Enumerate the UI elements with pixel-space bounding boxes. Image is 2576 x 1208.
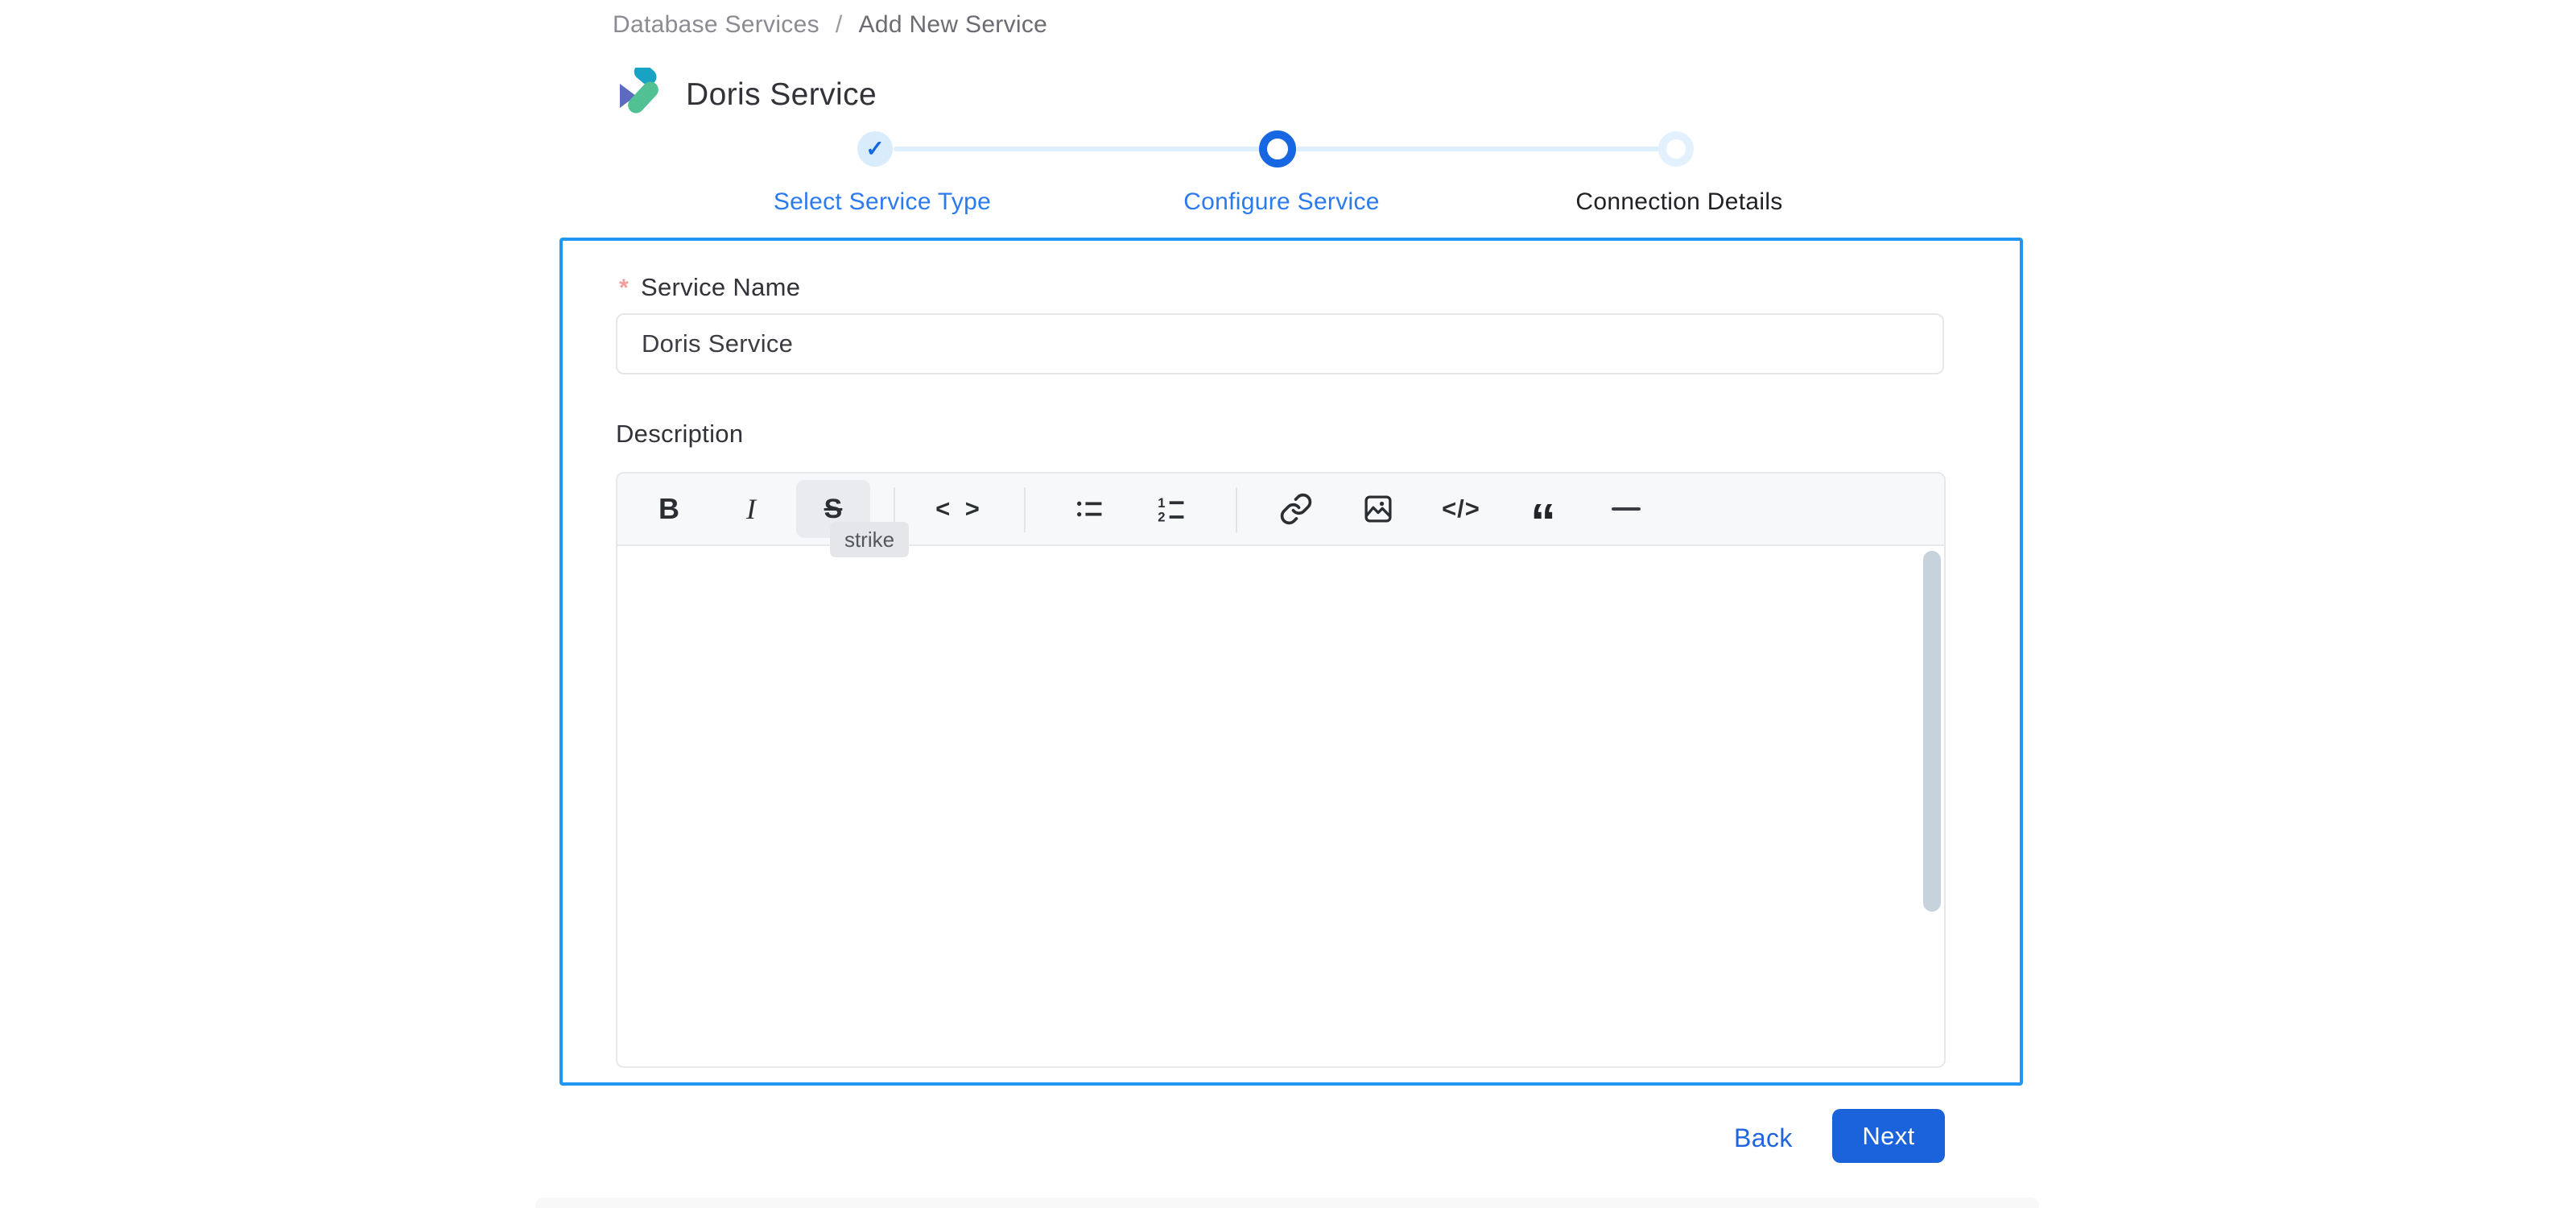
link-icon xyxy=(1280,493,1312,525)
breadcrumb-add-new-service[interactable]: Add New Service xyxy=(859,11,1048,39)
inline-code-icon: < > xyxy=(935,494,984,523)
toolbar-divider xyxy=(1024,487,1026,532)
step-3-circle-upcoming[interactable] xyxy=(1658,131,1694,167)
back-button[interactable]: Back xyxy=(1734,1123,1793,1153)
configure-service-panel: * Service Name Description B I S < > xyxy=(559,238,2023,1086)
step-label-select-service-type[interactable]: Select Service Type xyxy=(774,188,991,216)
image-button[interactable] xyxy=(1341,480,1415,538)
italic-icon: I xyxy=(746,493,756,525)
inline-code-button[interactable]: < > xyxy=(923,480,997,538)
service-name-label: Service Name xyxy=(641,273,801,301)
strike-tooltip-text: strike xyxy=(844,527,895,552)
next-button[interactable]: Next xyxy=(1832,1109,1945,1163)
code-block-button[interactable]: </> xyxy=(1424,480,1498,538)
step-label-connection-details[interactable]: Connection Details xyxy=(1575,188,1782,216)
ordered-list-icon: 1 2 xyxy=(1158,495,1184,525)
bold-icon: B xyxy=(658,492,679,525)
stepper-connector-2 xyxy=(1296,147,1660,151)
code-block-icon: </> xyxy=(1442,494,1480,523)
stepper-connector-1 xyxy=(894,147,1261,151)
editor-scrollbar-thumb[interactable] xyxy=(1923,551,1941,912)
strike-tooltip: strike xyxy=(830,522,909,557)
breadcrumb: Database Services / Add New Service xyxy=(613,11,1047,39)
page-title: Doris Service xyxy=(686,77,877,112)
description-label: Description xyxy=(616,420,744,448)
strikethrough-icon: S xyxy=(824,493,843,524)
service-name-input[interactable] xyxy=(616,313,1944,374)
italic-button[interactable]: I xyxy=(714,480,788,538)
editor-toolbar: B I S < > 1 2 </> “ xyxy=(617,474,1944,548)
step-1-circle-completed[interactable]: ✓ xyxy=(857,131,893,167)
bullet-list-button[interactable] xyxy=(1053,480,1127,538)
step-label-configure-service[interactable]: Configure Service xyxy=(1183,188,1380,216)
ordered-list-button[interactable]: 1 2 xyxy=(1135,480,1209,538)
horizontal-rule-button[interactable] xyxy=(1589,480,1663,538)
check-icon: ✓ xyxy=(865,136,885,161)
description-editor: B I S < > 1 2 </> “ strike xyxy=(616,472,1946,1068)
image-icon xyxy=(1364,495,1392,523)
bold-button[interactable]: B xyxy=(632,480,706,538)
next-button-label: Next xyxy=(1862,1121,1915,1150)
required-marker: * xyxy=(619,275,629,301)
link-button[interactable] xyxy=(1259,480,1333,538)
doris-logo-icon xyxy=(618,68,663,118)
description-text-area[interactable] xyxy=(617,548,1944,1066)
svg-text:2: 2 xyxy=(1158,510,1165,525)
step-2-circle-active[interactable] xyxy=(1259,130,1296,168)
svg-text:1: 1 xyxy=(1158,495,1165,511)
bullet-list-icon xyxy=(1077,501,1102,517)
breadcrumb-separator: / xyxy=(835,11,843,38)
breadcrumb-database-services[interactable]: Database Services xyxy=(613,11,819,39)
horizontal-rule-icon xyxy=(1612,507,1641,511)
next-section-edge xyxy=(535,1198,2039,1208)
blockquote-button[interactable]: “ xyxy=(1506,480,1580,548)
toolbar-divider xyxy=(1236,487,1237,532)
